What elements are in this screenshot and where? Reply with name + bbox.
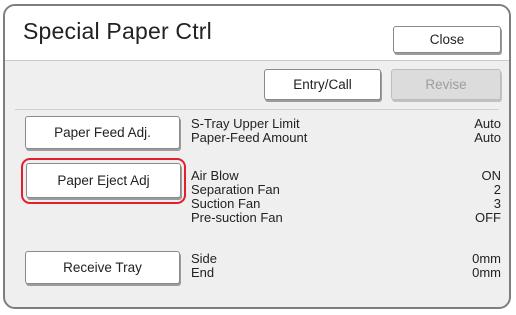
setting-label: Separation Fan <box>191 182 280 197</box>
list-item: Air Blow ON <box>191 169 501 183</box>
receive-tray-button[interactable]: Receive Tray <box>25 251 180 284</box>
paper-eject-info: Air Blow ON Separation Fan 2 Suction Fan… <box>191 169 501 225</box>
setting-label: End <box>191 265 215 280</box>
setting-value: Auto <box>474 130 501 145</box>
setting-value: ON <box>481 168 502 183</box>
setting-label: Air Blow <box>191 168 239 183</box>
setting-label: Pre-suction Fan <box>191 210 283 225</box>
special-paper-ctrl-panel: Special Paper Ctrl Close Entry/Call Revi… <box>3 4 511 309</box>
setting-value: Auto <box>474 116 501 131</box>
list-item: Suction Fan 3 <box>191 197 501 211</box>
setting-value: 2 <box>493 182 501 197</box>
revise-button[interactable]: Revise <box>391 69 501 100</box>
setting-value: 0mm <box>472 251 501 266</box>
setting-value: 0mm <box>472 265 501 280</box>
paper-feed-info: S-Tray Upper Limit Auto Paper-Feed Amoun… <box>191 117 501 145</box>
entry-call-button[interactable]: Entry/Call <box>264 69 381 100</box>
paper-eject-adj-button[interactable]: Paper Eject Adj <box>26 163 181 198</box>
page-title: Special Paper Ctrl <box>23 18 212 44</box>
divider <box>15 109 499 110</box>
list-item: S-Tray Upper Limit Auto <box>191 117 501 131</box>
receive-tray-info: Side 0mm End 0mm <box>191 252 501 280</box>
list-item: Separation Fan 2 <box>191 183 501 197</box>
setting-label: S-Tray Upper Limit <box>191 116 300 131</box>
setting-value: OFF <box>475 210 501 225</box>
list-item: Pre-suction Fan OFF <box>191 211 501 225</box>
setting-value: 3 <box>493 196 501 211</box>
list-item: End 0mm <box>191 266 501 280</box>
setting-label: Side <box>191 251 218 266</box>
setting-label: Suction Fan <box>191 196 261 211</box>
paper-feed-adj-button[interactable]: Paper Feed Adj. <box>25 116 180 149</box>
panel-header: Special Paper Ctrl Close <box>5 6 509 61</box>
close-button[interactable]: Close <box>393 26 501 53</box>
list-item: Paper-Feed Amount Auto <box>191 131 501 145</box>
list-item: Side 0mm <box>191 252 501 266</box>
setting-label: Paper-Feed Amount <box>191 130 308 145</box>
